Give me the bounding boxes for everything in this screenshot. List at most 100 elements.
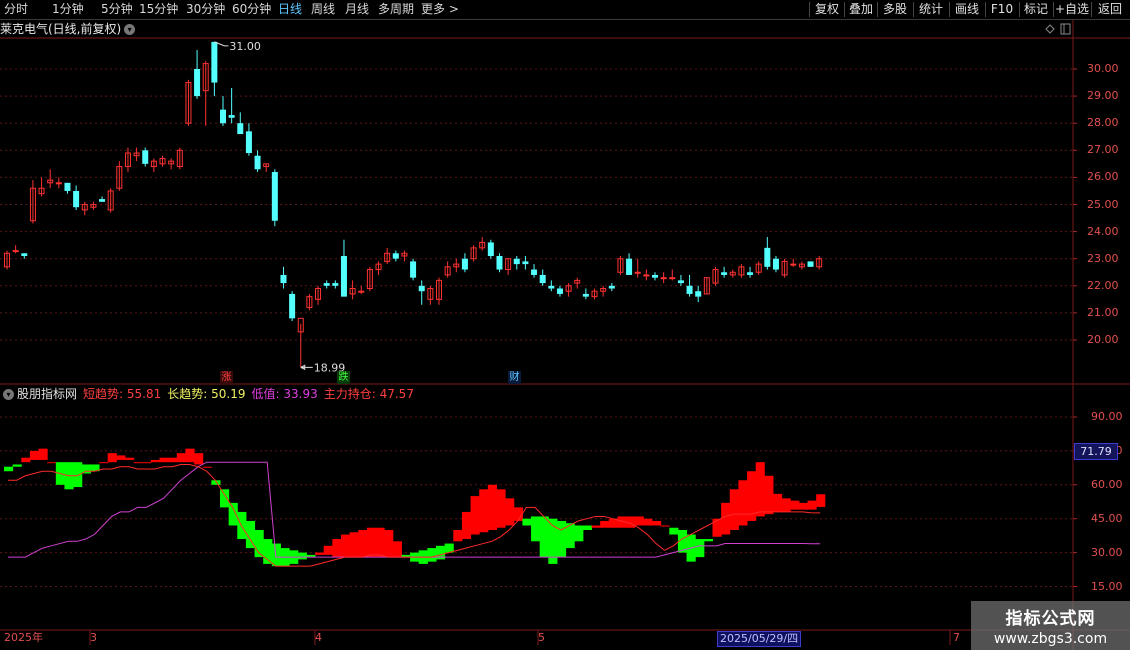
price-axis-label: 22.00 bbox=[1087, 278, 1119, 292]
trend-band-segment bbox=[202, 466, 212, 468]
trend-band-segment bbox=[349, 532, 359, 558]
trend-band-segment bbox=[669, 527, 679, 535]
candle-body bbox=[55, 182, 62, 185]
candle-body bbox=[99, 199, 106, 202]
trend-band-segment bbox=[807, 500, 817, 510]
indicator-series bbox=[4, 448, 826, 567]
trend-band-segment bbox=[461, 511, 472, 540]
candle-body bbox=[807, 261, 814, 267]
time-axis-label: 7 bbox=[953, 631, 960, 644]
event-marker-0[interactable]: 涨 bbox=[220, 371, 233, 384]
candle-body bbox=[513, 258, 520, 265]
indicator-axis-label: 90.00 bbox=[1091, 410, 1123, 423]
candle-body bbox=[747, 272, 754, 275]
trend-band-segment bbox=[487, 484, 497, 530]
price-axis-label: 20.00 bbox=[1087, 333, 1119, 346]
trend-band-segment bbox=[755, 462, 765, 517]
candle-body bbox=[660, 277, 667, 280]
price-axis-label: 26.00 bbox=[1087, 170, 1119, 184]
candle-body bbox=[556, 288, 563, 294]
trend-band-segment bbox=[315, 552, 325, 555]
trend-band-segment bbox=[185, 448, 195, 463]
trend-band-segment bbox=[21, 457, 31, 463]
trend-band-segment bbox=[764, 475, 774, 515]
trend-band-segment bbox=[453, 530, 463, 542]
candle-body bbox=[539, 274, 546, 284]
trend-band-segment bbox=[505, 498, 515, 526]
trend-band-segment bbox=[38, 448, 48, 460]
price-axis-label: 21.00 bbox=[1087, 305, 1119, 319]
indicator-axis-label: 15.00 bbox=[1091, 579, 1123, 593]
candle-body bbox=[228, 115, 235, 118]
candle-body bbox=[410, 261, 417, 278]
indicator-axis-label: 60.00 bbox=[1091, 477, 1123, 491]
trend-band-segment bbox=[591, 525, 601, 528]
candle-body bbox=[271, 171, 278, 221]
candle-body bbox=[194, 69, 201, 97]
candle-body bbox=[211, 41, 218, 83]
trend-band-segment bbox=[574, 525, 584, 542]
candle-body bbox=[418, 285, 425, 292]
price-axis-label: 28.00 bbox=[1087, 116, 1119, 130]
chart-canvas[interactable]: 31.0018.99 bbox=[0, 0, 1130, 650]
trend-band-segment bbox=[695, 539, 705, 558]
candle-body bbox=[496, 255, 503, 270]
trend-band-segment bbox=[4, 466, 14, 472]
trend-band-segment bbox=[384, 530, 394, 558]
candle-body bbox=[220, 109, 226, 124]
trend-band-segment bbox=[271, 543, 281, 567]
indicator-axis-label: 45.00 bbox=[1091, 511, 1123, 525]
trend-band-segment bbox=[600, 520, 610, 528]
event-marker-1[interactable]: 跌 bbox=[337, 371, 350, 384]
trend-band-segment bbox=[47, 462, 57, 464]
candle-body bbox=[522, 261, 529, 265]
candle-body bbox=[695, 291, 702, 297]
price-axis-label: 27.00 bbox=[1087, 143, 1119, 157]
candle-body bbox=[64, 182, 71, 191]
trend-band-segment bbox=[496, 489, 506, 528]
trend-band-segment bbox=[220, 489, 230, 508]
time-axis-label: 5 bbox=[538, 631, 545, 644]
candle-body bbox=[790, 263, 797, 266]
trend-band-segment bbox=[340, 534, 351, 558]
trend-band-segment bbox=[556, 520, 567, 558]
trend-band-segment bbox=[816, 494, 826, 507]
cursor-date-label: 2025/05/29/四 bbox=[717, 631, 802, 647]
trend-band-segment bbox=[133, 462, 143, 464]
trend-band-segment bbox=[150, 459, 161, 463]
candle-body bbox=[358, 290, 365, 293]
trend-band-segment bbox=[107, 453, 117, 463]
trend-band-segment bbox=[582, 525, 593, 530]
trend-band-segment bbox=[470, 496, 480, 535]
event-marker-2[interactable]: 财 bbox=[508, 371, 521, 384]
trend-band-segment bbox=[781, 498, 791, 512]
trend-band-segment bbox=[176, 453, 186, 463]
trend-band-segment bbox=[159, 457, 169, 463]
trend-band-segment bbox=[712, 518, 722, 537]
indicator-current-value: 71.79 bbox=[1074, 443, 1118, 460]
candle-body bbox=[142, 150, 149, 164]
candle-body bbox=[582, 293, 589, 297]
price-axis-label: 25.00 bbox=[1087, 197, 1119, 211]
time-axis-label: 3 bbox=[90, 631, 97, 644]
candle-body bbox=[340, 255, 347, 297]
trend-band-segment bbox=[660, 525, 670, 527]
low-marker-arrow bbox=[300, 364, 313, 371]
candle-body bbox=[323, 283, 330, 286]
trend-band-segment bbox=[73, 462, 83, 488]
trend-band-segment bbox=[116, 455, 126, 460]
trend-band-segment bbox=[297, 552, 307, 560]
candle-body bbox=[772, 258, 779, 270]
candle-body bbox=[280, 274, 287, 284]
candle-body bbox=[21, 253, 28, 256]
price-axis-label: 24.00 bbox=[1087, 224, 1119, 238]
candle-body bbox=[721, 272, 728, 275]
price-axis-label: 30.00 bbox=[1087, 62, 1119, 75]
candle-body bbox=[764, 247, 771, 267]
trend-band-segment bbox=[392, 541, 402, 558]
trend-band-segment bbox=[772, 493, 783, 512]
trend-band-segment bbox=[703, 539, 713, 542]
candle-body bbox=[461, 258, 468, 270]
trend-band-segment bbox=[479, 489, 489, 533]
trend-band-segment bbox=[194, 453, 204, 465]
